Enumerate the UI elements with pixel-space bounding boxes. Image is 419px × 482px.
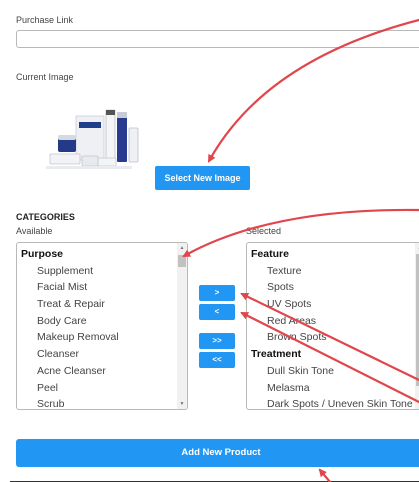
move-right-button[interactable]: > <box>199 285 235 301</box>
list-item[interactable]: Texture <box>247 263 413 280</box>
list-item[interactable]: Red Areas <box>247 313 413 330</box>
move-left-button[interactable]: < <box>199 304 235 320</box>
list-item[interactable]: Scrub <box>17 396 175 409</box>
current-image-label: Current Image <box>16 72 74 82</box>
list-group-purpose: Purpose <box>21 248 64 260</box>
list-item[interactable]: Melasma <box>247 380 413 397</box>
list-item[interactable]: Dark Spots / Uneven Skin Tone <box>247 396 413 409</box>
list-item[interactable]: Supplement <box>17 263 175 280</box>
scroll-up-icon[interactable]: ▲ <box>177 243 187 253</box>
list-item[interactable]: Facial Mist <box>17 279 175 296</box>
purchase-link-input[interactable] <box>16 30 419 48</box>
scroll-down-icon[interactable]: ▼ <box>177 399 187 409</box>
selected-list-scrollbar[interactable]: ▲ ▼ <box>415 243 419 409</box>
list-item[interactable]: UV Spots <box>247 296 413 313</box>
purchase-link-label: Purchase Link <box>16 15 74 25</box>
list-item[interactable]: Peel <box>17 380 175 397</box>
move-all-right-button[interactable]: >> <box>199 333 235 349</box>
available-label: Available <box>16 226 53 236</box>
product-image <box>36 98 146 180</box>
list-item[interactable]: Dull Skin Tone <box>247 363 413 380</box>
list-item[interactable]: Body Care <box>17 313 175 330</box>
list-item[interactable]: Makeup Removal <box>17 329 175 346</box>
move-all-left-button[interactable]: << <box>199 352 235 368</box>
available-list-scrollbar[interactable]: ▲ ▼ <box>177 243 187 409</box>
list-group-feature: Feature <box>251 248 289 260</box>
list-group-treatment: Treatment <box>251 348 302 361</box>
list-item[interactable]: Treat & Repair <box>17 296 175 313</box>
list-item[interactable]: Cleanser <box>17 346 175 363</box>
add-new-product-button[interactable]: Add New Product <box>16 439 419 467</box>
categories-heading: CATEGORIES <box>16 212 75 222</box>
list-item[interactable]: Brown Spots <box>247 329 413 346</box>
scrollbar-thumb[interactable] <box>178 255 186 267</box>
scroll-up-icon[interactable]: ▲ <box>415 243 419 253</box>
selected-label: Selected <box>246 226 282 236</box>
list-item[interactable]: Spots <box>247 279 413 296</box>
list-item[interactable]: Acne Cleanser <box>17 363 175 380</box>
scroll-down-icon[interactable]: ▼ <box>415 399 419 409</box>
select-new-image-button[interactable]: Select New Image <box>155 166 250 190</box>
selected-categories-list[interactable]: Feature Texture Spots UV Spots Red Areas… <box>246 242 419 410</box>
available-categories-list[interactable]: Purpose Supplement Facial Mist Treat & R… <box>16 242 188 410</box>
